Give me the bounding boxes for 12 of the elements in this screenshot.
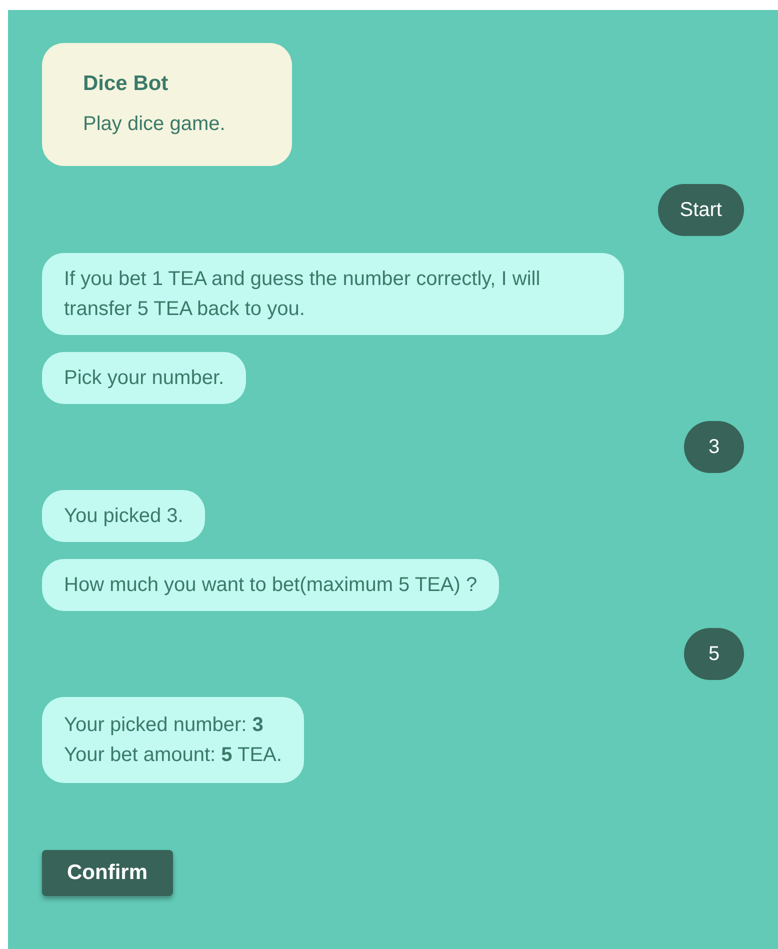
message-line: Your bet amount: 5 TEA. — [64, 743, 282, 768]
message-line: Your picked number: 3 — [64, 713, 264, 738]
bot-message: Pick your number. — [42, 352, 246, 404]
user-message: Start — [658, 184, 744, 236]
bot-description: Play dice game. — [83, 112, 226, 137]
confirm-button[interactable]: Confirm — [42, 850, 172, 896]
bot-message: If you bet 1 TEA and guess the number correctly, I will transfer 5 TEA back to you. — [42, 253, 624, 335]
bot-message: How much you want to bet(maximum 5 TEA) ? — [42, 559, 500, 611]
user-message: 5 — [684, 628, 744, 680]
bot-name: Dice Bot — [83, 71, 170, 97]
user-message: 3 — [684, 421, 744, 473]
bot-message: You picked 3. — [42, 490, 206, 542]
